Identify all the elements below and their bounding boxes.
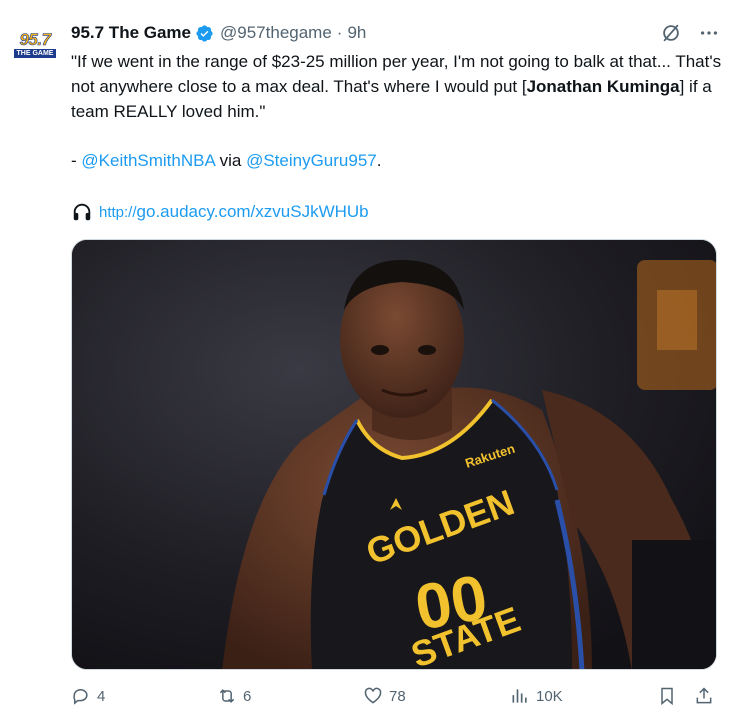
bookmark-button[interactable]: [657, 686, 677, 706]
display-name[interactable]: 95.7 The Game: [71, 23, 191, 43]
share-button[interactable]: [694, 686, 714, 706]
player-photo: Rakuten GOLDEN 00 STATE: [72, 240, 716, 669]
repost-button[interactable]: 6: [217, 686, 251, 706]
reply-button[interactable]: 4: [71, 686, 105, 706]
like-count: 78: [389, 687, 406, 705]
avatar-logo-text: THE GAME: [13, 49, 57, 58]
tweet-top-actions: [660, 22, 720, 44]
grok-icon[interactable]: [660, 22, 682, 44]
tweet-text: "If we went in the range of $23-25 milli…: [71, 49, 731, 124]
views-button[interactable]: 10K: [510, 686, 563, 706]
quote-bold-name: Jonathan Kuminga: [526, 77, 680, 96]
tweet-credits: - @KeithSmithNBA via @SteinyGuru957.: [71, 148, 381, 173]
tweet-media-photo[interactable]: Rakuten GOLDEN 00 STATE: [71, 239, 717, 670]
tweet-header: 95.7 The Game @957thegame · 9h: [71, 22, 366, 44]
like-button[interactable]: 78: [363, 686, 406, 706]
link-protocol: http://: [99, 204, 137, 221]
bookmark-icon: [661, 687, 673, 706]
avatar-logo-number: 95.7: [19, 30, 51, 49]
headphones-icon: [71, 201, 93, 223]
tweet: 95.7 THE GAME 95.7 The Game @957thegame …: [0, 0, 740, 718]
verified-badge-icon: [195, 24, 214, 43]
handle[interactable]: @957thegame: [220, 23, 332, 43]
more-options-icon[interactable]: [698, 22, 720, 44]
credit-end: .: [376, 151, 382, 170]
repost-icon: [219, 689, 235, 703]
credit-prefix: -: [71, 151, 82, 170]
views-count: 10K: [536, 687, 563, 705]
timestamp[interactable]: 9h: [347, 23, 366, 43]
tweet-link-line: http://go.audacy.com/xzvuSJkWHUb: [71, 199, 369, 225]
share-icon: [696, 687, 712, 704]
repost-count: 6: [243, 687, 252, 705]
reply-icon: [73, 689, 88, 705]
link-url: go.audacy.com/xzvuSJkWHUb: [136, 202, 369, 221]
heart-icon: [364, 687, 382, 704]
article-link[interactable]: http://go.audacy.com/xzvuSJkWHUb: [99, 199, 369, 225]
mention-keithsmithnba[interactable]: @KeithSmithNBA: [81, 151, 214, 170]
separator-dot: ·: [336, 23, 343, 42]
credit-via: via: [214, 151, 247, 170]
views-chart-icon: [512, 689, 527, 703]
tweet-actions-bar: 4 6 78 10K: [0, 686, 740, 710]
mention-steinyguru957[interactable]: @SteinyGuru957: [246, 151, 377, 170]
avatar[interactable]: 95.7 THE GAME: [12, 31, 58, 59]
reply-count: 4: [97, 687, 106, 705]
